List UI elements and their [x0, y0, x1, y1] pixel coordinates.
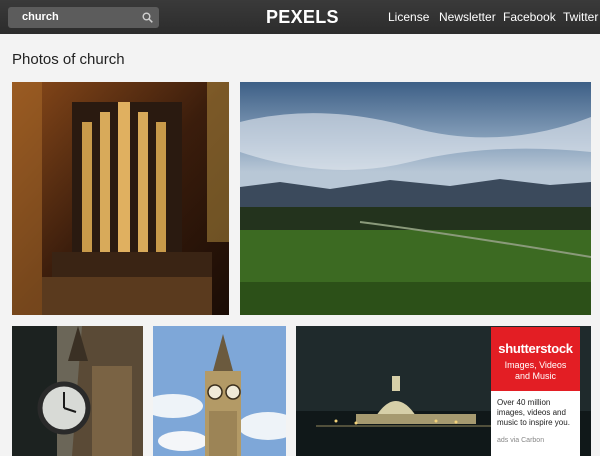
nav-twitter-link[interactable]: Twitter [563, 10, 598, 24]
nav-license-link[interactable]: License [388, 10, 429, 24]
photo-big-ben[interactable] [153, 326, 286, 456]
search-input-value: church [22, 11, 59, 23]
ad-tagline-line-1: Images, Videos [504, 360, 567, 370]
ad-banner[interactable]: shutterstock Images, Videos and Music [491, 327, 580, 391]
nav-facebook-link[interactable]: Facebook [503, 10, 556, 24]
ad-tagline-line-2: and Music [514, 371, 557, 381]
page-title: Photos of church [12, 51, 125, 68]
ad-body-text[interactable]: Over 40 million images, videos and music… [497, 398, 577, 428]
top-navigation-bar: church PEXELS License Newsletter Faceboo… [0, 0, 600, 34]
nav-newsletter-link[interactable]: Newsletter [439, 10, 496, 24]
carbon-ad[interactable]: shutterstock Images, Videos and Music Ov… [491, 327, 580, 456]
photo-clock-tower[interactable] [12, 326, 143, 456]
photo-landscape[interactable] [240, 82, 591, 315]
photo-church-organ[interactable] [12, 82, 229, 315]
shutterstock-logo: shutterstock [498, 341, 573, 356]
ad-tagline: Images, Videos and Music [491, 360, 580, 382]
ads-via-carbon-link[interactable]: ads via Carbon [497, 437, 544, 444]
pexels-logo[interactable]: PEXELS [266, 7, 339, 28]
search-icon[interactable] [142, 12, 153, 23]
search-input[interactable]: church [8, 7, 159, 28]
